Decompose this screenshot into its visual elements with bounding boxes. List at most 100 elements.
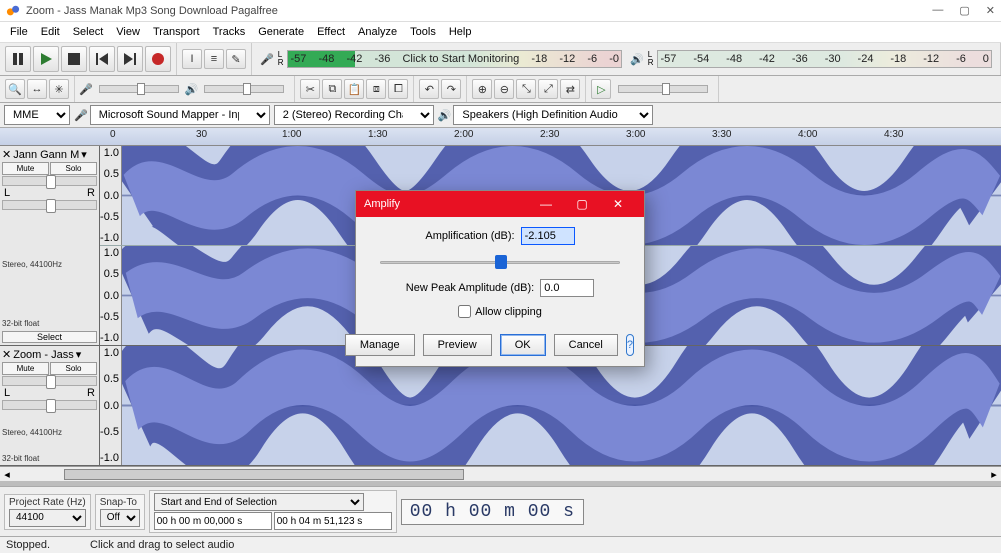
menu-tools[interactable]: Tools — [404, 24, 442, 40]
timeline-ruler[interactable]: 0 30 1:00 1:30 2:00 2:30 3:00 3:30 4:00 … — [0, 128, 1001, 146]
device-speaker-icon: 🔊 — [438, 109, 452, 122]
pan-slider[interactable] — [2, 400, 97, 410]
zoom-fit-sel-button[interactable]: ⤡ — [516, 79, 536, 99]
selection-start-input[interactable] — [154, 512, 272, 530]
zoom-toggle-button[interactable]: ⇄ — [560, 79, 580, 99]
recording-channels-select[interactable]: 2 (Stereo) Recording Chann — [274, 105, 434, 125]
skip-start-button[interactable] — [89, 46, 115, 72]
window-maximize[interactable]: ▢ — [959, 4, 969, 17]
zoom-tool-icon[interactable]: 🔍 — [5, 79, 25, 99]
menu-analyze[interactable]: Analyze — [352, 24, 403, 40]
rec-vol-mic-icon: 🎤 — [79, 83, 93, 96]
recording-meter[interactable]: -57 -48 -42 -36 Click to Start Monitorin… — [287, 50, 622, 68]
zoom-fit-button[interactable]: ⤢ — [538, 79, 558, 99]
menu-edit[interactable]: Edit — [35, 24, 66, 40]
project-rate-label: Project Rate (Hz) — [9, 497, 86, 508]
selection-tool-icon[interactable]: I — [182, 49, 202, 69]
record-button[interactable] — [145, 46, 171, 72]
audio-host-select[interactable]: MME — [4, 105, 70, 125]
amplification-input[interactable] — [521, 227, 575, 245]
mute-button[interactable]: Mute — [2, 162, 49, 175]
speaker-icon: 🔊 — [630, 53, 644, 66]
status-hint: Click and drag to select audio — [90, 539, 234, 551]
window-close[interactable]: ✕ — [986, 4, 995, 17]
help-button[interactable]: ? — [626, 334, 634, 356]
track-close-icon[interactable]: ✕ — [2, 348, 11, 361]
solo-button[interactable]: Solo — [50, 162, 97, 175]
multi-tool-icon[interactable]: ✳ — [49, 79, 69, 99]
selection-mode-select[interactable]: Start and End of Selection — [154, 493, 364, 511]
mute-button[interactable]: Mute — [2, 362, 49, 375]
menu-effect[interactable]: Effect — [311, 24, 351, 40]
status-state: Stopped. — [6, 539, 50, 551]
track-menu-icon[interactable]: ▾ — [76, 348, 82, 361]
skip-end-button[interactable] — [117, 46, 143, 72]
device-mic-icon: 🎤 — [74, 109, 88, 122]
amplify-dialog: Amplify — ▢ ✕ Amplification (dB): New Pe… — [355, 190, 645, 367]
redo-button[interactable]: ↷ — [441, 79, 461, 99]
amplification-label: Amplification (dB): — [425, 230, 514, 242]
allow-clipping-checkbox[interactable] — [458, 305, 471, 318]
project-rate-select[interactable]: 44100 — [9, 509, 86, 527]
menu-generate[interactable]: Generate — [252, 24, 310, 40]
menubar: File Edit Select View Transport Tracks G… — [0, 22, 1001, 43]
menu-transport[interactable]: Transport — [147, 24, 206, 40]
manage-button[interactable]: Manage — [345, 334, 415, 356]
track-menu-icon[interactable]: ▾ — [81, 148, 87, 161]
new-peak-input[interactable] — [540, 279, 594, 297]
selection-end-input[interactable] — [274, 512, 392, 530]
cancel-button[interactable]: Cancel — [554, 334, 618, 356]
zoom-in-button[interactable]: ⊕ — [472, 79, 492, 99]
new-peak-label: New Peak Amplitude (dB): — [406, 282, 534, 294]
dialog-minimize[interactable]: — — [528, 197, 564, 211]
snap-to-select[interactable]: Off — [100, 509, 140, 527]
window-title: Zoom - Jass Manak Mp3 Song Download Paga… — [26, 5, 932, 17]
play-at-speed-button[interactable]: ▷ — [591, 79, 611, 99]
ok-button[interactable]: OK — [500, 334, 546, 356]
undo-button[interactable]: ↶ — [419, 79, 439, 99]
timeshift-tool-icon[interactable]: ↔ — [27, 79, 47, 99]
draw-tool-icon[interactable]: ✎ — [226, 49, 246, 69]
cut-button[interactable]: ✂ — [300, 79, 320, 99]
envelope-tool-icon[interactable]: ≡ — [204, 49, 224, 69]
solo-button[interactable]: Solo — [50, 362, 97, 375]
horizontal-scrollbar[interactable]: ◂▸ — [0, 466, 1001, 481]
play-lr-label: LR — [648, 51, 654, 67]
dialog-title: Amplify — [364, 198, 400, 210]
menu-file[interactable]: File — [4, 24, 34, 40]
trim-button[interactable]: ⧈ — [366, 79, 386, 99]
track-header-2[interactable]: ✕Zoom - Jass▾ MuteSolo LR Stereo, 44100H… — [0, 346, 100, 465]
recording-volume-slider[interactable] — [99, 85, 179, 93]
stop-button[interactable] — [61, 46, 87, 72]
gain-slider[interactable] — [2, 376, 97, 386]
window-minimize[interactable]: — — [932, 4, 943, 17]
allow-clipping-label: Allow clipping — [475, 306, 542, 318]
playback-volume-slider[interactable] — [204, 85, 284, 93]
paste-button[interactable]: 📋 — [344, 79, 364, 99]
play-speed-slider[interactable] — [618, 85, 708, 93]
dialog-close[interactable]: ✕ — [600, 197, 636, 211]
menu-tracks[interactable]: Tracks — [207, 24, 252, 40]
zoom-out-button[interactable]: ⊖ — [494, 79, 514, 99]
gain-slider[interactable] — [2, 176, 97, 186]
track-header-1[interactable]: ✕Jann Gann M▾ MuteSolo LR Stereo, 44100H… — [0, 146, 100, 345]
track-close-icon[interactable]: ✕ — [2, 148, 11, 161]
play-button[interactable] — [33, 46, 59, 72]
menu-view[interactable]: View — [110, 24, 146, 40]
preview-button[interactable]: Preview — [423, 334, 492, 356]
amplification-slider[interactable] — [380, 253, 620, 271]
playback-device-select[interactable]: Speakers (High Definition Audio — [453, 105, 653, 125]
dialog-maximize[interactable]: ▢ — [564, 197, 600, 211]
silence-button[interactable]: ⧠ — [388, 79, 408, 99]
playback-meter[interactable]: -57 -54 -48 -42 -36 -30 -24 -18 -12 -6 0 — [657, 50, 992, 68]
play-vol-speaker-icon: 🔊 — [185, 83, 199, 96]
copy-button[interactable]: ⧉ — [322, 79, 342, 99]
mic-icon: 🎤 — [260, 53, 274, 66]
menu-help[interactable]: Help — [443, 24, 478, 40]
track-select-button[interactable]: Select — [2, 331, 97, 343]
pause-button[interactable] — [5, 46, 31, 72]
recording-device-select[interactable]: Microsoft Sound Mapper - Input — [90, 105, 270, 125]
app-icon — [6, 4, 20, 18]
menu-select[interactable]: Select — [67, 24, 110, 40]
pan-slider[interactable] — [2, 200, 97, 210]
